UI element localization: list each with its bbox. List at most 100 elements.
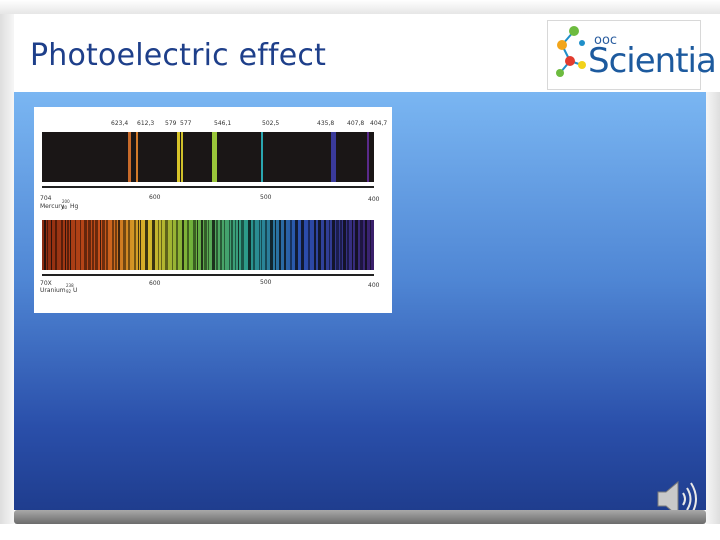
bottom-base [0, 524, 720, 540]
peak-label: 577 [180, 120, 192, 127]
uranium-dark-gap [248, 220, 251, 270]
uranium-dark-gap [201, 220, 203, 270]
uranium-dark-gap [329, 220, 330, 270]
uranium-dark-gap [208, 220, 209, 270]
uranium-axis: 70X Uranium 238 92 U 600 500 400 [40, 279, 380, 294]
uranium-dark-gap [84, 220, 87, 270]
uranium-dark-gap [235, 220, 236, 270]
mercury-z: 80 [62, 205, 68, 210]
uranium-dark-gap [112, 220, 114, 270]
uranium-dark-gap [145, 220, 148, 270]
mercury-spectrum-band [42, 132, 374, 182]
logo-text-main: Scientia [588, 41, 717, 81]
uranium-dark-gap [261, 220, 262, 270]
peak-label: 579 [165, 120, 177, 127]
uranium-dark-gap [229, 220, 230, 270]
ooc-scientia-logo: ooc Scientia [547, 20, 717, 90]
uranium-dark-gap [67, 220, 69, 270]
uranium-dark-gap [138, 220, 139, 270]
uranium-dark-gap [161, 220, 162, 270]
uranium-dark-gap [224, 220, 225, 270]
peak-label: 612,3 [137, 120, 154, 127]
uranium-dark-gap [370, 220, 371, 270]
mercury-tick: 600 [149, 194, 161, 201]
spectra-svg: 623,4 612,3 579 577 546,1 502,5 435,8 40… [40, 120, 387, 294]
emission-spectra-figure: 623,4 612,3 579 577 546,1 502,5 435,8 40… [34, 107, 392, 313]
uranium-dark-gap [324, 220, 326, 270]
uranium-dark-gap [95, 220, 98, 270]
uranium-dark-gap [51, 220, 52, 270]
uranium-dark-gap [193, 220, 196, 270]
uranium-dark-gap [220, 220, 222, 270]
uranium-dark-gap [47, 220, 48, 270]
uranium-dark-gap [204, 220, 207, 270]
mercury-symbol: Hg [70, 203, 79, 210]
slide: Photoelectric effect ooc Scientia 623,4 … [0, 0, 720, 540]
uranium-tick: 500 [260, 279, 272, 286]
uranium-tick: 600 [149, 280, 161, 287]
bottom-border-bar [14, 510, 706, 524]
uranium-dark-gap [314, 220, 316, 270]
uranium-dark-gap [238, 220, 239, 270]
uranium-dark-gap [176, 220, 178, 270]
uranium-dark-gap [75, 220, 76, 270]
uranium-dark-gap [343, 220, 346, 270]
uranium-dark-gap [347, 220, 349, 270]
mercury-axis: 704 Mercury 200 80 Hg 600 500 400 [40, 194, 380, 210]
peak-label: 404,7 [370, 120, 387, 127]
uranium-dark-gap [332, 220, 335, 270]
uranium-dark-gap [212, 220, 215, 270]
uranium-dark-gap [216, 220, 218, 270]
uranium-dark-gap [360, 220, 363, 270]
uranium-dark-gap [231, 220, 233, 270]
uranium-dark-gap [44, 220, 46, 270]
uranium-dark-gap [279, 220, 281, 270]
uranium-dark-gap [115, 220, 117, 270]
peak-label: 502,5 [262, 120, 279, 127]
uranium-dark-gap [336, 220, 339, 270]
left-border [0, 14, 14, 526]
uranium-dark-gap [187, 220, 189, 270]
uranium-dark-gap [197, 220, 198, 270]
uranium-name: Uranium [40, 287, 66, 294]
uranium-dark-gap [88, 220, 91, 270]
uranium-z: 92 [66, 289, 72, 294]
uranium-dark-gap [55, 220, 57, 270]
uranium-dark-gap [301, 220, 304, 270]
uranium-dark-gap [92, 220, 94, 270]
uranium-dark-gap [80, 220, 81, 270]
uranium-dark-gap [270, 220, 273, 270]
uranium-dark-gap [140, 220, 141, 270]
uranium-dark-gap [253, 220, 255, 270]
uranium-dark-gap [106, 220, 108, 270]
uranium-dark-gap [128, 220, 130, 270]
uranium-dark-gap [365, 220, 367, 270]
mercury-tick: 500 [260, 194, 272, 201]
uranium-dark-gap [284, 220, 286, 270]
mercury-peak-labels: 623,4 612,3 579 577 546,1 502,5 435,8 40… [111, 120, 387, 127]
uranium-dark-gap [241, 220, 244, 270]
uranium-dark-gap [152, 220, 155, 270]
peak-label: 623,4 [111, 120, 128, 127]
uranium-dark-gap [352, 220, 353, 270]
uranium-dark-gap [118, 220, 120, 270]
uranium-dark-gap [295, 220, 298, 270]
uranium-dark-gap [102, 220, 105, 270]
uranium-dark-gap [158, 220, 159, 270]
uranium-dark-gap [318, 220, 321, 270]
uranium-dark-gap [308, 220, 310, 270]
uranium-dark-gap [172, 220, 173, 270]
uranium-dark-gap [70, 220, 71, 270]
uranium-dark-gap [165, 220, 168, 270]
uranium-dark-gap [259, 220, 260, 270]
uranium-dark-gap [355, 220, 358, 270]
mercury-tick: 400 [368, 196, 380, 203]
uranium-dark-gap [61, 220, 63, 270]
mercury-mass: 200 [62, 199, 70, 204]
peak-label: 435,8 [317, 120, 334, 127]
mercury-code: 704 [40, 195, 52, 202]
uranium-dark-gap [340, 220, 342, 270]
uranium-dark-gap [100, 220, 101, 270]
uranium-dark-gap [290, 220, 292, 270]
peak-label: 407,8 [347, 120, 364, 127]
